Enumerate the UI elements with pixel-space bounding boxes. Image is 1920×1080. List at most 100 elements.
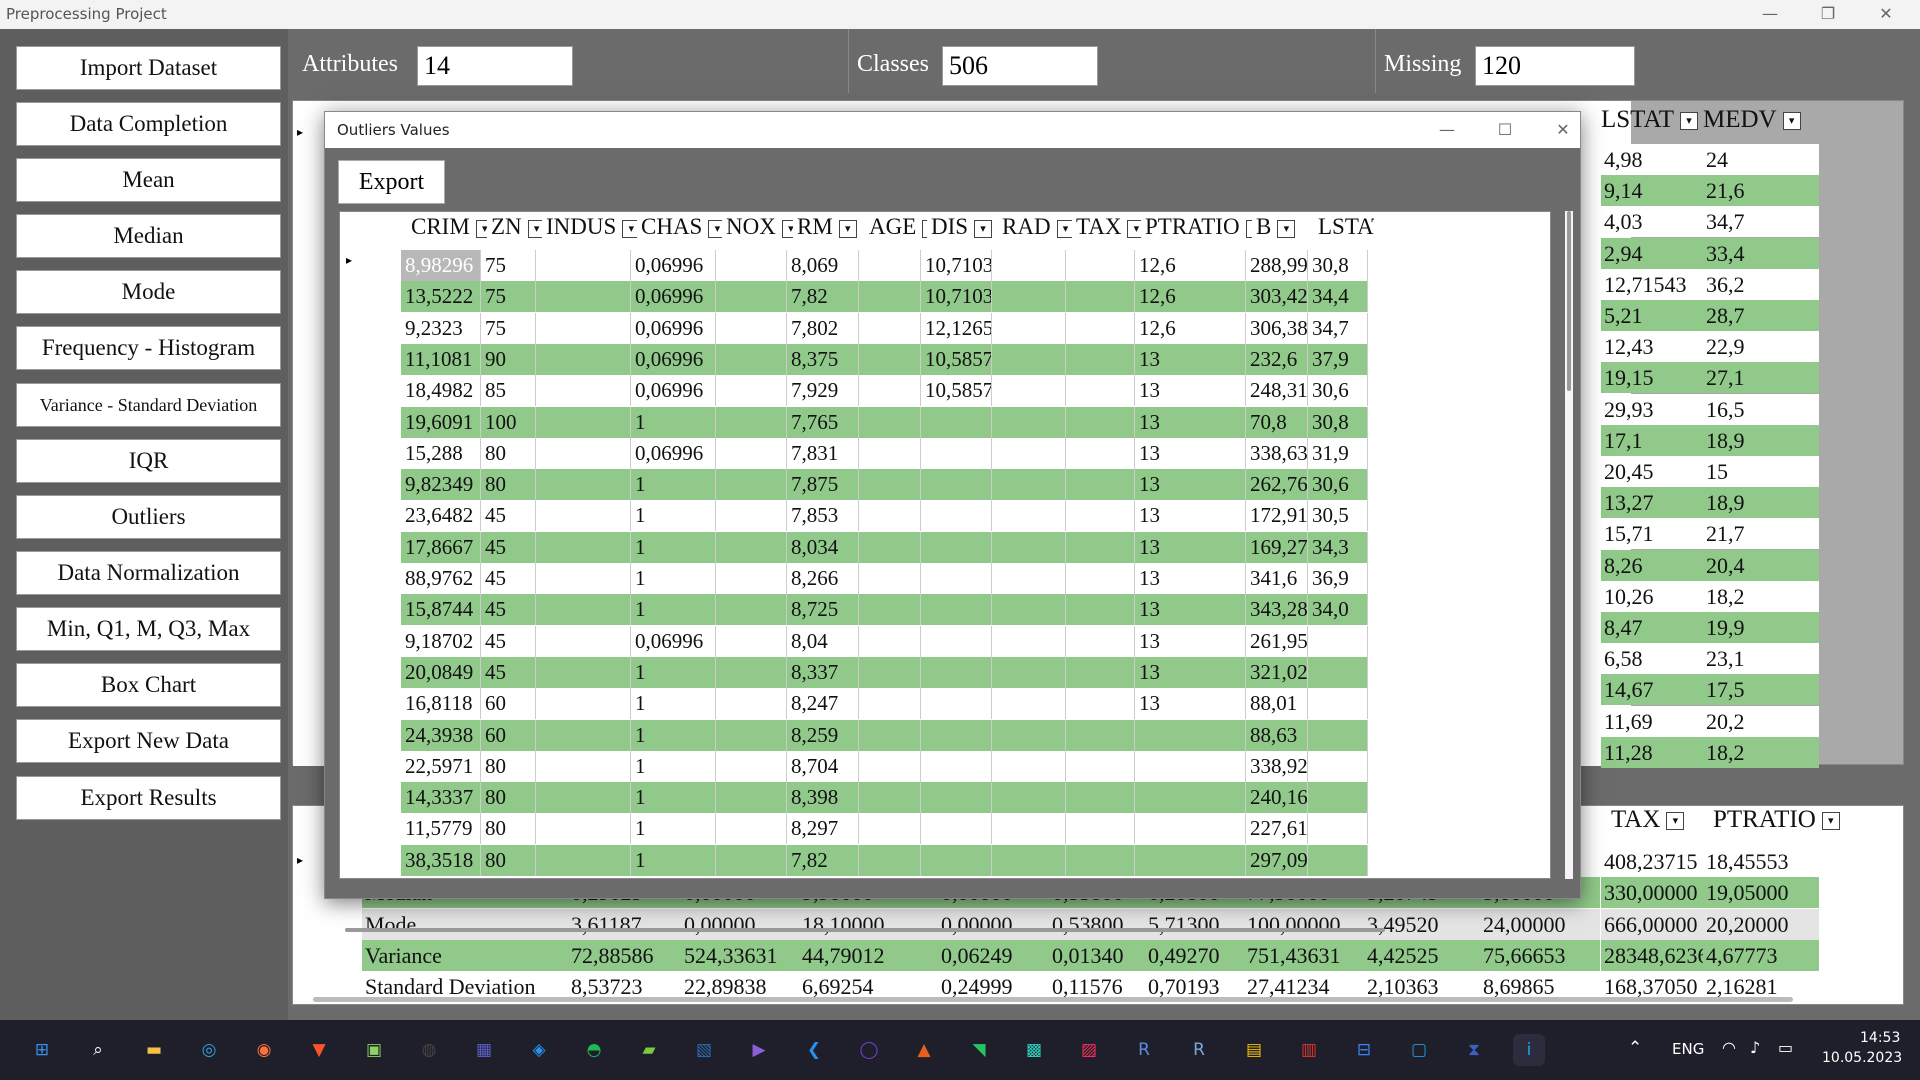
table-cell[interactable]: [716, 406, 787, 438]
table-cell[interactable]: 15,8744: [401, 594, 481, 626]
table-cell[interactable]: 0,06996: [631, 250, 716, 281]
table-cell[interactable]: 341,6: [1246, 563, 1308, 594]
table-cell[interactable]: 13: [1135, 563, 1246, 594]
table-cell[interactable]: 7,831: [787, 437, 859, 469]
filter-dropdown-icon[interactable]: ▾: [838, 219, 857, 238]
table-cell[interactable]: [536, 782, 631, 814]
table-cell[interactable]: 4,03: [1601, 206, 1713, 238]
table-cell[interactable]: [536, 750, 631, 782]
table-cell[interactable]: [716, 813, 787, 845]
table-cell[interactable]: 20,0849: [401, 656, 481, 688]
missing-field[interactable]: 120: [1475, 46, 1635, 86]
table-cell[interactable]: [716, 656, 787, 688]
table-row[interactable]: 17,8667 45 1 8,034 13 169,27 34,3: [340, 531, 1550, 563]
table-cell[interactable]: [921, 594, 992, 626]
table-cell[interactable]: [716, 563, 787, 594]
table-cell[interactable]: 7,82: [787, 844, 859, 876]
stat-cell[interactable]: 44,79012: [799, 939, 938, 971]
table-cell[interactable]: 1: [631, 719, 716, 751]
table-cell[interactable]: 88,9762: [401, 563, 481, 594]
table-cell[interactable]: 248,31: [1246, 375, 1308, 407]
table-cell[interactable]: 8,337: [787, 656, 859, 688]
table-row[interactable]: 13,5222 75 0,06996 7,82 10,7103 12,6 303,42 34,…: [340, 281, 1550, 313]
filter-dropdown-icon[interactable]: ▾: [922, 219, 927, 238]
table-cell[interactable]: 24,3938: [401, 719, 481, 751]
table-cell[interactable]: 45: [481, 656, 536, 688]
table-cell[interactable]: 30,6: [1308, 375, 1368, 407]
column-header[interactable]: NOX ▾: [726, 214, 793, 248]
table-cell[interactable]: 12,6: [1135, 312, 1246, 344]
attributes-field[interactable]: 14: [417, 46, 573, 86]
table-cell[interactable]: [536, 406, 631, 438]
table-cell[interactable]: [992, 688, 1066, 720]
table-cell[interactable]: [536, 625, 631, 657]
table-cell[interactable]: 75: [481, 312, 536, 344]
table-cell[interactable]: 15,288: [401, 437, 481, 469]
column-header[interactable]: TAX ▾: [1611, 806, 1685, 842]
table-cell[interactable]: 16,5: [1703, 393, 1819, 425]
table-cell[interactable]: [921, 406, 992, 438]
table-cell[interactable]: 232,6: [1246, 343, 1308, 375]
table-cell[interactable]: [859, 406, 921, 438]
table-cell[interactable]: 12,1265: [921, 312, 992, 344]
table-cell[interactable]: 10,7103: [921, 250, 992, 281]
table-row[interactable]: 15,288 80 0,06996 7,831 13 338,63 31,9: [340, 437, 1550, 469]
table-cell[interactable]: [1135, 782, 1246, 814]
sidebar-button[interactable]: IQR: [16, 439, 281, 483]
stat-cell[interactable]: 408,23715: [1601, 846, 1703, 877]
table-cell[interactable]: 11,5779: [401, 813, 481, 845]
sidebar-button[interactable]: Data Completion: [16, 102, 281, 146]
table-cell[interactable]: 13: [1135, 500, 1246, 532]
table-cell[interactable]: 10,5857: [921, 375, 992, 407]
table-cell[interactable]: 1: [631, 531, 716, 563]
table-cell[interactable]: 13: [1135, 437, 1246, 469]
stat-cell[interactable]: 0,01340: [1049, 939, 1145, 971]
table-cell[interactable]: 172,91: [1246, 500, 1308, 532]
table-cell[interactable]: 12,43: [1601, 331, 1713, 363]
mendeley-icon[interactable]: ▥: [1293, 1034, 1325, 1066]
table-cell[interactable]: [859, 281, 921, 313]
table-cell[interactable]: [921, 844, 992, 876]
table-cell[interactable]: [921, 563, 992, 594]
pycharm-icon[interactable]: ▩: [1018, 1034, 1050, 1066]
table-cell[interactable]: 9,82349: [401, 469, 481, 501]
sidebar-button[interactable]: Median: [16, 214, 281, 258]
filter-dropdown-icon[interactable]: ▾: [527, 219, 542, 238]
table-cell[interactable]: [1066, 813, 1135, 845]
table-cell[interactable]: 11,1081: [401, 343, 481, 375]
intellij-icon[interactable]: ▨: [1073, 1034, 1105, 1066]
table-cell[interactable]: 8,247: [787, 688, 859, 720]
stat-cell[interactable]: 100,00000: [1244, 908, 1364, 940]
table-cell[interactable]: [536, 563, 631, 594]
table-cell[interactable]: 227,61: [1246, 813, 1308, 845]
stat-cell[interactable]: 19,05000: [1703, 877, 1819, 909]
table-cell[interactable]: [536, 656, 631, 688]
sidebar-button[interactable]: Mode: [16, 270, 281, 314]
table-cell[interactable]: 13: [1135, 531, 1246, 563]
table-cell[interactable]: 88,01: [1246, 688, 1308, 720]
table-cell[interactable]: 7,853: [787, 500, 859, 532]
table-cell[interactable]: 13: [1135, 656, 1246, 688]
table-cell[interactable]: [992, 563, 1066, 594]
table-cell[interactable]: [716, 343, 787, 375]
table-cell[interactable]: [1066, 719, 1135, 751]
table-cell[interactable]: [716, 469, 787, 501]
file-explorer-icon[interactable]: ▬: [138, 1034, 170, 1066]
table-cell[interactable]: [1066, 250, 1135, 281]
table-cell[interactable]: 30,5: [1308, 500, 1368, 532]
table-row[interactable]: 15,8744 45 1 8,725 13 343,28 34,0: [340, 594, 1550, 626]
stat-cell[interactable]: 0,49270: [1145, 939, 1244, 971]
table-cell[interactable]: [921, 782, 992, 814]
table-cell[interactable]: [992, 750, 1066, 782]
volume-icon[interactable]: ♪: [1750, 1038, 1760, 1057]
export-button[interactable]: Export: [338, 160, 445, 204]
table-cell[interactable]: [716, 782, 787, 814]
table-cell[interactable]: 11,69: [1601, 705, 1713, 737]
virtualbox-icon[interactable]: ▢: [1403, 1034, 1435, 1066]
table-cell[interactable]: 100: [481, 406, 536, 438]
table-cell[interactable]: 21,6: [1703, 175, 1819, 207]
filter-dropdown-icon[interactable]: ▾: [1821, 812, 1840, 831]
table-cell[interactable]: 8,98296: [401, 250, 481, 281]
table-cell[interactable]: [716, 750, 787, 782]
table-cell[interactable]: [536, 312, 631, 344]
